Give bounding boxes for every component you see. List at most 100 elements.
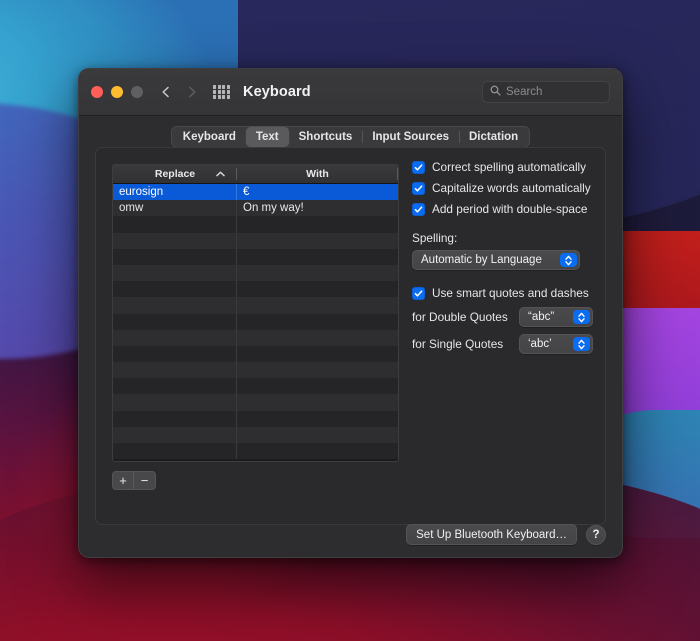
cell-replace[interactable]: omw <box>113 200 237 217</box>
cell-with[interactable] <box>237 346 398 362</box>
cell-with[interactable] <box>237 411 398 427</box>
cell-replace[interactable]: eurosign <box>113 184 237 201</box>
cell-with[interactable] <box>237 265 398 281</box>
option-smart-quotes[interactable]: Use smart quotes and dashes <box>412 286 593 300</box>
cell-with[interactable] <box>237 233 398 249</box>
table-row[interactable] <box>113 345 398 363</box>
table-row[interactable] <box>113 394 398 411</box>
cell-replace[interactable] <box>113 443 237 460</box>
add-remove-segmented-control: + − <box>112 471 156 490</box>
text-preferences-panel: Replace With eurosign€omwOn my way! + <box>95 147 606 525</box>
table-row[interactable]: omw On my way! <box>113 200 398 217</box>
column-header-replace[interactable]: Replace <box>113 165 237 183</box>
table-row[interactable] <box>113 313 398 330</box>
traffic-lights <box>91 86 143 98</box>
cell-with[interactable] <box>237 281 398 297</box>
table-row[interactable] <box>113 410 398 427</box>
replacement-table[interactable]: Replace With eurosign € omw On my way! <box>112 164 399 462</box>
option-correct-spelling[interactable]: Correct spelling automatically <box>412 160 593 174</box>
tab-dictation[interactable]: Dictation <box>459 127 528 147</box>
cell-with[interactable]: € <box>237 184 398 200</box>
double-quotes-popup-button[interactable]: “abc” <box>519 307 593 327</box>
option-add-period[interactable]: Add period with double-space <box>412 202 593 216</box>
cell-replace[interactable] <box>113 297 237 314</box>
help-button[interactable]: ? <box>586 524 606 545</box>
cell-replace[interactable] <box>113 313 237 330</box>
table-row[interactable] <box>113 426 398 443</box>
checkbox-checked-icon[interactable] <box>412 202 425 216</box>
option-smart-quotes-label: Use smart quotes and dashes <box>432 286 589 300</box>
cell-replace[interactable] <box>113 329 237 346</box>
cell-replace[interactable] <box>113 248 237 265</box>
table-row[interactable] <box>113 232 398 249</box>
tab-shortcuts[interactable]: Shortcuts <box>289 127 363 147</box>
desktop-background: Keyboard Keyboard Text Shortcuts Input S… <box>0 0 700 641</box>
table-header-row: Replace With <box>113 165 398 184</box>
spelling-popup-button[interactable]: Automatic by Language <box>412 250 580 270</box>
cell-replace[interactable] <box>113 378 237 395</box>
checkbox-checked-icon[interactable] <box>412 160 425 174</box>
tab-input-sources[interactable]: Input Sources <box>362 127 459 147</box>
spelling-label: Spelling: <box>412 231 458 245</box>
add-entry-button[interactable]: + <box>113 472 134 489</box>
tab-keyboard[interactable]: Keyboard <box>173 127 246 147</box>
close-button[interactable] <box>91 86 103 98</box>
spelling-popup-value: Automatic by Language <box>421 254 542 266</box>
double-quotes-label: for Double Quotes <box>412 310 508 324</box>
cell-replace[interactable] <box>113 394 237 411</box>
double-quotes-popup-value: “abc” <box>528 311 555 323</box>
back-chevron-icon[interactable] <box>159 85 173 99</box>
option-capitalize-words[interactable]: Capitalize words automatically <box>412 181 593 195</box>
remove-entry-button[interactable]: − <box>134 472 155 489</box>
navigation-buttons <box>159 85 199 99</box>
keyboard-preferences-window: Keyboard Keyboard Text Shortcuts Input S… <box>78 68 623 558</box>
cell-replace[interactable] <box>113 232 237 249</box>
setup-bluetooth-keyboard-button[interactable]: Set Up Bluetooth Keyboard… <box>406 524 577 545</box>
cell-with[interactable] <box>237 330 398 346</box>
table-row[interactable] <box>113 329 398 346</box>
cell-with[interactable] <box>237 297 398 313</box>
single-quotes-label: for Single Quotes <box>412 337 504 351</box>
cell-replace[interactable] <box>113 264 237 282</box>
forward-chevron-icon <box>185 85 199 99</box>
checkbox-checked-icon[interactable] <box>412 181 425 195</box>
single-quotes-popup-value: ‘abc’ <box>528 338 552 350</box>
table-row[interactable] <box>113 443 398 460</box>
search-field[interactable] <box>482 81 610 103</box>
cell-with[interactable] <box>237 362 398 378</box>
tab-text[interactable]: Text <box>245 127 289 147</box>
cell-replace[interactable] <box>113 345 237 363</box>
cell-with[interactable] <box>237 249 398 265</box>
cell-with[interactable] <box>237 216 398 232</box>
cell-with[interactable]: On my way! <box>237 200 398 216</box>
table-row[interactable] <box>113 216 398 233</box>
cell-with[interactable] <box>237 443 398 459</box>
sort-ascending-chevron-icon <box>216 168 225 180</box>
checkbox-checked-icon[interactable] <box>412 286 425 300</box>
cell-with[interactable] <box>237 394 398 410</box>
table-row[interactable] <box>113 281 398 298</box>
cell-with[interactable] <box>237 378 398 394</box>
window-titlebar: Keyboard <box>79 69 622 116</box>
table-row[interactable] <box>113 362 398 379</box>
search-input[interactable] <box>506 86 602 98</box>
show-all-grid-icon[interactable] <box>213 85 230 99</box>
column-divider-2 <box>397 168 398 180</box>
cell-with[interactable] <box>237 314 398 330</box>
table-row[interactable] <box>113 378 398 395</box>
cell-replace[interactable] <box>113 362 237 379</box>
column-header-with[interactable]: With <box>237 165 398 183</box>
cell-with[interactable] <box>237 427 398 443</box>
table-row[interactable]: eurosign € <box>113 184 398 201</box>
cell-replace[interactable] <box>113 426 237 443</box>
cell-replace[interactable] <box>113 281 237 298</box>
cell-replace[interactable] <box>113 216 237 233</box>
window-title: Keyboard <box>243 84 311 100</box>
table-row[interactable] <box>113 248 398 265</box>
table-row[interactable] <box>113 297 398 314</box>
single-quotes-popup-button[interactable]: ‘abc’ <box>519 334 593 354</box>
cell-replace[interactable] <box>113 410 237 427</box>
option-capitalize-words-label: Capitalize words automatically <box>432 181 591 195</box>
minimize-button[interactable] <box>111 86 123 98</box>
table-row[interactable] <box>113 264 398 282</box>
